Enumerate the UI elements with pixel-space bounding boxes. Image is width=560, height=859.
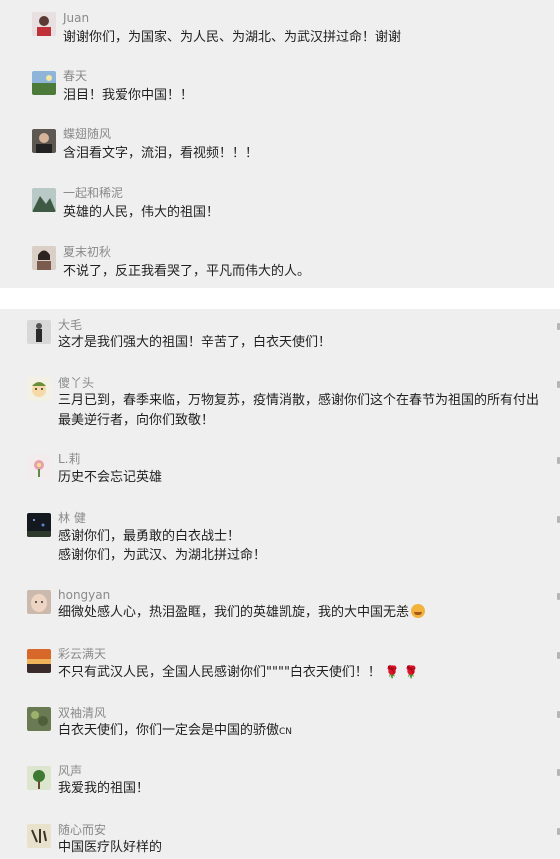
avatar[interactable] bbox=[27, 320, 51, 344]
avatar[interactable] bbox=[32, 246, 56, 270]
comment-text: 历史不会忘记英雄 bbox=[58, 470, 163, 485]
rose-emoji-icon: 🌹 bbox=[384, 665, 400, 679]
comment-text: 不说了，反正我看哭了，平凡而伟大的人。 bbox=[63, 264, 311, 279]
commenter-name[interactable]: L.莉 bbox=[58, 452, 81, 466]
commenter-name[interactable]: 双袖清风 bbox=[58, 706, 106, 720]
avatar[interactable] bbox=[27, 707, 51, 731]
comment-text-line: 最美逆行者，向你们致敬！ bbox=[58, 413, 215, 428]
avatar[interactable] bbox=[32, 188, 56, 212]
commenter-name[interactable]: 风声 bbox=[58, 764, 82, 778]
comment-text: 中国医疗队好样的 bbox=[58, 840, 163, 855]
commenter-name[interactable]: 林 健 bbox=[58, 511, 86, 525]
comment-text-line: 感谢你们，为武汉、为湖北拼过命！ bbox=[58, 548, 267, 563]
comment-text: 谢谢你们，为国家、为人民、为湖北、为武汉拼过命！谢谢 bbox=[63, 30, 402, 45]
avatar[interactable] bbox=[27, 377, 51, 401]
avatar[interactable] bbox=[27, 824, 51, 848]
commenter-name[interactable]: 随心而安 bbox=[58, 823, 106, 837]
commenter-name[interactable]: 蝶翅随风 bbox=[63, 127, 111, 141]
comments-panel-top: Juan 谢谢你们，为国家、为人民、为湖北、为武汉拼过命！谢谢 春天 泪目！我爱… bbox=[0, 0, 554, 288]
comment-text: 这才是我们强大的祖国！辛苦了，白衣天使们！ bbox=[58, 335, 332, 350]
laugh-emoji-icon bbox=[411, 604, 426, 618]
commenter-name[interactable]: 彩云满天 bbox=[58, 647, 106, 661]
commenter-name[interactable]: hongyan bbox=[58, 588, 110, 602]
comments-panel-bottom: 大毛 这才是我们强大的祖国！辛苦了，白衣天使们！ 傻丫头 三月已到，春季来临，万… bbox=[0, 309, 560, 859]
avatar[interactable] bbox=[32, 71, 56, 95]
avatar[interactable] bbox=[27, 766, 51, 790]
commenter-name[interactable]: 傻丫头 bbox=[58, 376, 94, 390]
comment-text: 不只有武汉人民，全国人民感谢你们""""白衣天使们！！ 🌹 🌹 bbox=[58, 661, 419, 684]
avatar[interactable] bbox=[27, 513, 51, 537]
comment-text: 我爱我的祖国！ bbox=[58, 781, 150, 796]
avatar[interactable] bbox=[27, 649, 51, 673]
commenter-name[interactable]: 夏末初秋 bbox=[63, 245, 111, 259]
comment-text: 白衣天使们，你们一定会是中国的骄傲CN bbox=[58, 723, 293, 738]
cn-suffix: CN bbox=[279, 727, 293, 737]
rose-emoji-icon: 🌹 bbox=[403, 665, 419, 679]
comment-text: 泪目！我爱你中国！！ bbox=[63, 88, 194, 103]
comment-text: 英雄的人民，伟大的祖国！ bbox=[63, 205, 220, 220]
avatar[interactable] bbox=[32, 12, 56, 36]
commenter-name[interactable]: Juan bbox=[63, 11, 89, 25]
avatar[interactable] bbox=[27, 454, 51, 478]
commenter-name[interactable]: 春天 bbox=[63, 69, 87, 83]
comment-text: 细微处感人心，热泪盈眶，我们的英雄凯旋，我的大中国无恙 bbox=[58, 602, 426, 624]
avatar[interactable] bbox=[27, 590, 51, 614]
comment-text: 含泪看文字，流泪，看视频！！！ bbox=[63, 146, 259, 161]
comment-text-line: 三月已到，春季来临，万物复苏，疫情消散，感谢你们这个在春节为祖国的所有付出 bbox=[58, 393, 540, 408]
commenter-name[interactable]: 大毛 bbox=[58, 318, 82, 332]
commenter-name[interactable]: 一起和稀泥 bbox=[63, 186, 123, 200]
avatar[interactable] bbox=[32, 129, 56, 153]
